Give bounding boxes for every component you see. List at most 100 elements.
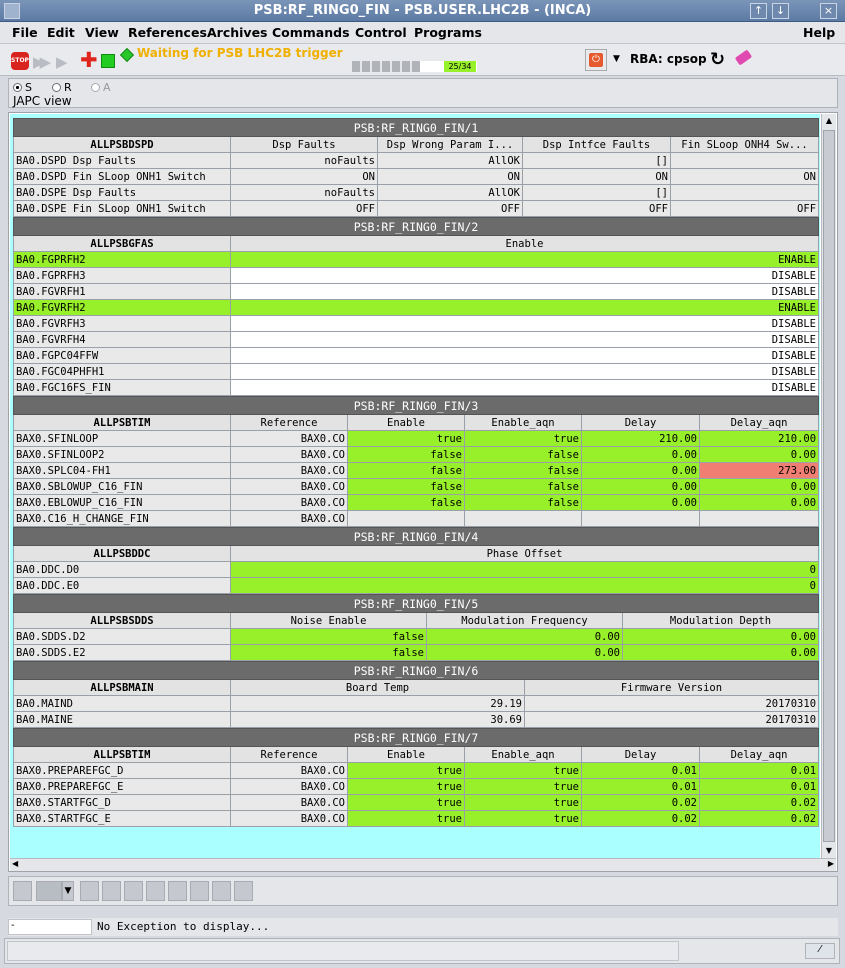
cell[interactable]: true: [347, 430, 465, 447]
cell[interactable]: true: [464, 430, 582, 447]
cell[interactable]: 0.00: [581, 494, 700, 511]
scroll-up-icon[interactable]: ▲: [822, 114, 836, 128]
cell[interactable]: OFF: [669, 200, 820, 217]
cell[interactable]: 0.01: [698, 762, 820, 779]
cell[interactable]: 0.00: [581, 446, 700, 463]
cell[interactable]: DISABLE: [230, 315, 819, 332]
cell[interactable]: 0.00: [581, 478, 700, 495]
cell[interactable]: ON: [377, 168, 523, 185]
menu-references[interactable]: References: [128, 25, 207, 40]
vertical-scroll-thumb[interactable]: [823, 130, 835, 842]
cell[interactable]: noFaults: [230, 184, 378, 201]
status-corner-icon[interactable]: ⁄: [805, 943, 835, 959]
cell[interactable]: 0.00: [581, 462, 700, 479]
cell[interactable]: ENABLE: [230, 299, 819, 316]
dropdown-arrow-icon[interactable]: ▼: [613, 54, 620, 64]
cell[interactable]: false: [230, 628, 427, 645]
stop-icon[interactable]: STOP: [11, 52, 29, 70]
cell[interactable]: AllOK: [377, 152, 523, 169]
scroll-left-icon[interactable]: ◀: [12, 859, 18, 868]
cell[interactable]: true: [464, 794, 582, 811]
cell[interactable]: [698, 510, 820, 527]
chart-icon[interactable]: [36, 881, 62, 901]
scroll-down-icon[interactable]: ▼: [822, 844, 836, 858]
menu-archives[interactable]: Archives: [207, 25, 268, 40]
cell[interactable]: false: [230, 644, 427, 661]
cell[interactable]: false: [347, 478, 465, 495]
cell[interactable]: false: [464, 446, 582, 463]
cell[interactable]: false: [347, 462, 465, 479]
cell[interactable]: 0.00: [698, 446, 820, 463]
play-icon[interactable]: ▶: [56, 53, 68, 71]
vertical-scrollbar[interactable]: ▲ ▼: [821, 114, 836, 858]
scroll-right-icon[interactable]: ▶: [828, 859, 834, 868]
horizontal-scrollbar[interactable]: ◀ ▶: [10, 858, 836, 871]
cell[interactable]: 0.00: [622, 628, 819, 645]
cell[interactable]: 0.01: [698, 778, 820, 795]
cell[interactable]: [581, 510, 700, 527]
table-icon[interactable]: [168, 881, 187, 901]
text-icon[interactable]: [212, 881, 231, 901]
cell[interactable]: false: [347, 494, 465, 511]
eraser-icon[interactable]: [734, 49, 753, 66]
grid-icon[interactable]: [13, 881, 32, 901]
copy-icon[interactable]: [124, 881, 143, 901]
cell[interactable]: ON: [230, 168, 378, 185]
refresh-icon[interactable]: ↻: [710, 49, 725, 70]
cell[interactable]: []: [522, 184, 671, 201]
cell[interactable]: noFaults: [230, 152, 378, 169]
cell[interactable]: DISABLE: [230, 363, 819, 380]
cell[interactable]: BAX0.CO: [230, 810, 348, 827]
cell[interactable]: ENABLE: [230, 251, 819, 268]
cell[interactable]: OFF: [230, 200, 378, 217]
radio-a[interactable]: A: [91, 81, 111, 94]
cell[interactable]: [347, 510, 465, 527]
cell[interactable]: 0.00: [698, 494, 820, 511]
exception-field[interactable]: -: [8, 919, 92, 935]
cell[interactable]: 20170310: [523, 711, 820, 728]
cell-alarm[interactable]: 273.00: [698, 462, 820, 479]
window-down-button[interactable]: ↓: [772, 3, 789, 19]
cell[interactable]: DISABLE: [230, 331, 819, 348]
cell[interactable]: true: [347, 778, 465, 795]
cell[interactable]: 0.00: [426, 628, 623, 645]
cell[interactable]: BAX0.CO: [230, 462, 348, 479]
cell[interactable]: 20170310: [523, 695, 820, 712]
cell[interactable]: 0.02: [698, 794, 820, 811]
chart-dropdown-icon[interactable]: ▼: [62, 881, 74, 901]
cell[interactable]: true: [464, 778, 582, 795]
cell[interactable]: true: [347, 762, 465, 779]
cell[interactable]: [669, 152, 820, 169]
cell[interactable]: [669, 184, 820, 201]
cell[interactable]: DISABLE: [230, 379, 819, 396]
cell[interactable]: false: [464, 478, 582, 495]
cell[interactable]: BAX0.CO: [230, 778, 348, 795]
cell[interactable]: 0.02: [581, 794, 700, 811]
cell[interactable]: ON: [522, 168, 671, 185]
menu-control[interactable]: Control: [355, 25, 407, 40]
menu-help[interactable]: Help: [803, 25, 835, 40]
ppm-icon[interactable]: [80, 881, 99, 901]
cell[interactable]: ON: [669, 168, 820, 185]
cell[interactable]: true: [347, 810, 465, 827]
menu-view[interactable]: View: [85, 25, 119, 40]
cell[interactable]: AllOK: [377, 184, 523, 201]
window-close-button[interactable]: ×: [820, 3, 837, 19]
cell[interactable]: 0.00: [698, 478, 820, 495]
cell[interactable]: 0.02: [581, 810, 700, 827]
cell[interactable]: true: [464, 762, 582, 779]
power-button[interactable]: ⏻: [585, 49, 607, 71]
cell[interactable]: DISABLE: [230, 267, 819, 284]
cell[interactable]: BAX0.CO: [230, 430, 348, 447]
cell[interactable]: OFF: [522, 200, 671, 217]
cell[interactable]: BAX0.CO: [230, 510, 348, 527]
cell[interactable]: false: [464, 462, 582, 479]
fast-forward-icon[interactable]: ▶▶: [33, 53, 51, 71]
cell[interactable]: false: [464, 494, 582, 511]
cell[interactable]: 0: [230, 577, 819, 594]
cell[interactable]: BAX0.CO: [230, 494, 348, 511]
cell[interactable]: 29.19: [230, 695, 525, 712]
radio-r[interactable]: R: [52, 81, 72, 94]
cell[interactable]: 0.02: [698, 810, 820, 827]
cell[interactable]: false: [347, 446, 465, 463]
